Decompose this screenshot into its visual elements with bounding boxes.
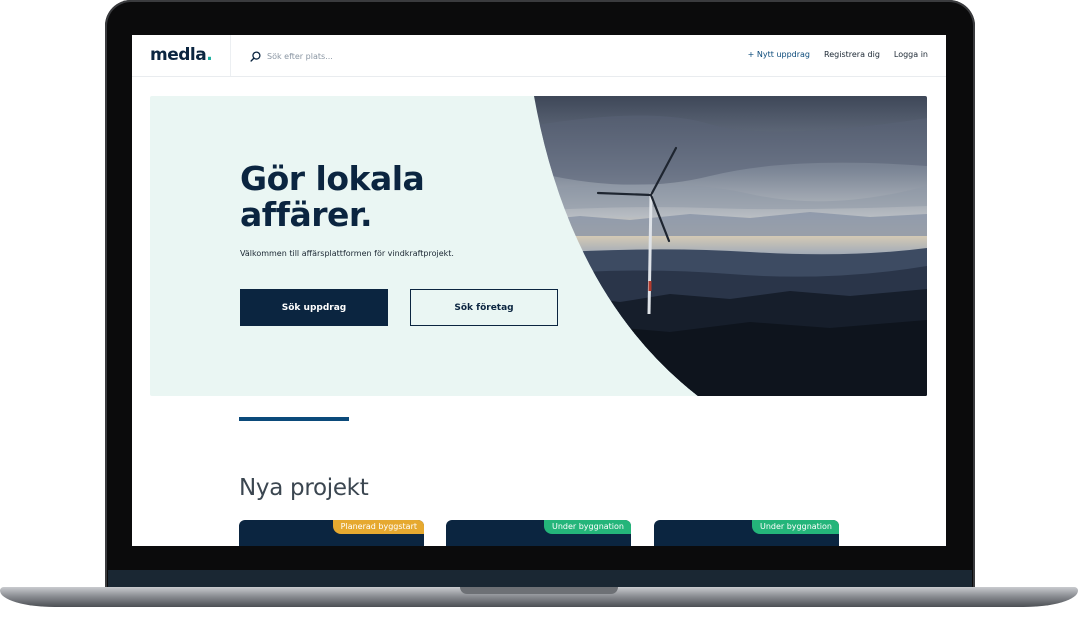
logo-text: medla bbox=[150, 45, 207, 65]
search-assignments-button[interactable]: Sök uppdrag bbox=[240, 289, 388, 326]
register-link[interactable]: Registrera dig bbox=[824, 50, 880, 59]
logo[interactable]: medla. bbox=[150, 45, 213, 65]
project-card[interactable]: Planerad byggstart bbox=[239, 520, 424, 546]
new-assignment-link[interactable]: + Nytt uppdrag bbox=[748, 50, 810, 59]
hero-title-line1: Gör lokala bbox=[240, 159, 425, 198]
search-icon bbox=[250, 50, 261, 62]
logo-dot: . bbox=[206, 45, 213, 65]
header-nav: + Nytt uppdrag Registrera dig Logga in bbox=[748, 50, 928, 59]
project-card[interactable]: Under byggnation bbox=[654, 520, 839, 546]
laptop-chin bbox=[108, 570, 972, 588]
hero-subtitle: Välkommen till affärsplattformen för vin… bbox=[240, 249, 454, 258]
status-badge: Under byggnation bbox=[751, 520, 839, 534]
browser-viewport: medla. + Nytt uppdrag Registrera dig Log… bbox=[132, 35, 946, 546]
status-badge: Planerad byggstart bbox=[332, 520, 424, 534]
site-header: medla. + Nytt uppdrag Registrera dig Log… bbox=[132, 35, 946, 77]
status-badge: Under byggnation bbox=[543, 520, 631, 534]
search-companies-button[interactable]: Sök företag bbox=[410, 289, 558, 326]
wind-turbine-photo bbox=[534, 96, 927, 396]
new-projects-heading: Nya projekt bbox=[239, 475, 369, 501]
carousel-indicator bbox=[239, 417, 349, 421]
search-input[interactable] bbox=[267, 51, 437, 61]
hero-title-line2: affärer. bbox=[240, 195, 373, 234]
hero-section: Gör lokala affärer. Välkommen till affär… bbox=[150, 96, 927, 396]
login-link[interactable]: Logga in bbox=[894, 50, 928, 59]
header-divider bbox=[230, 35, 231, 76]
project-card[interactable]: Under byggnation bbox=[446, 520, 631, 546]
hero-title: Gör lokala affärer. bbox=[240, 161, 500, 233]
search-bar[interactable] bbox=[250, 48, 450, 64]
laptop-notch bbox=[460, 587, 618, 594]
